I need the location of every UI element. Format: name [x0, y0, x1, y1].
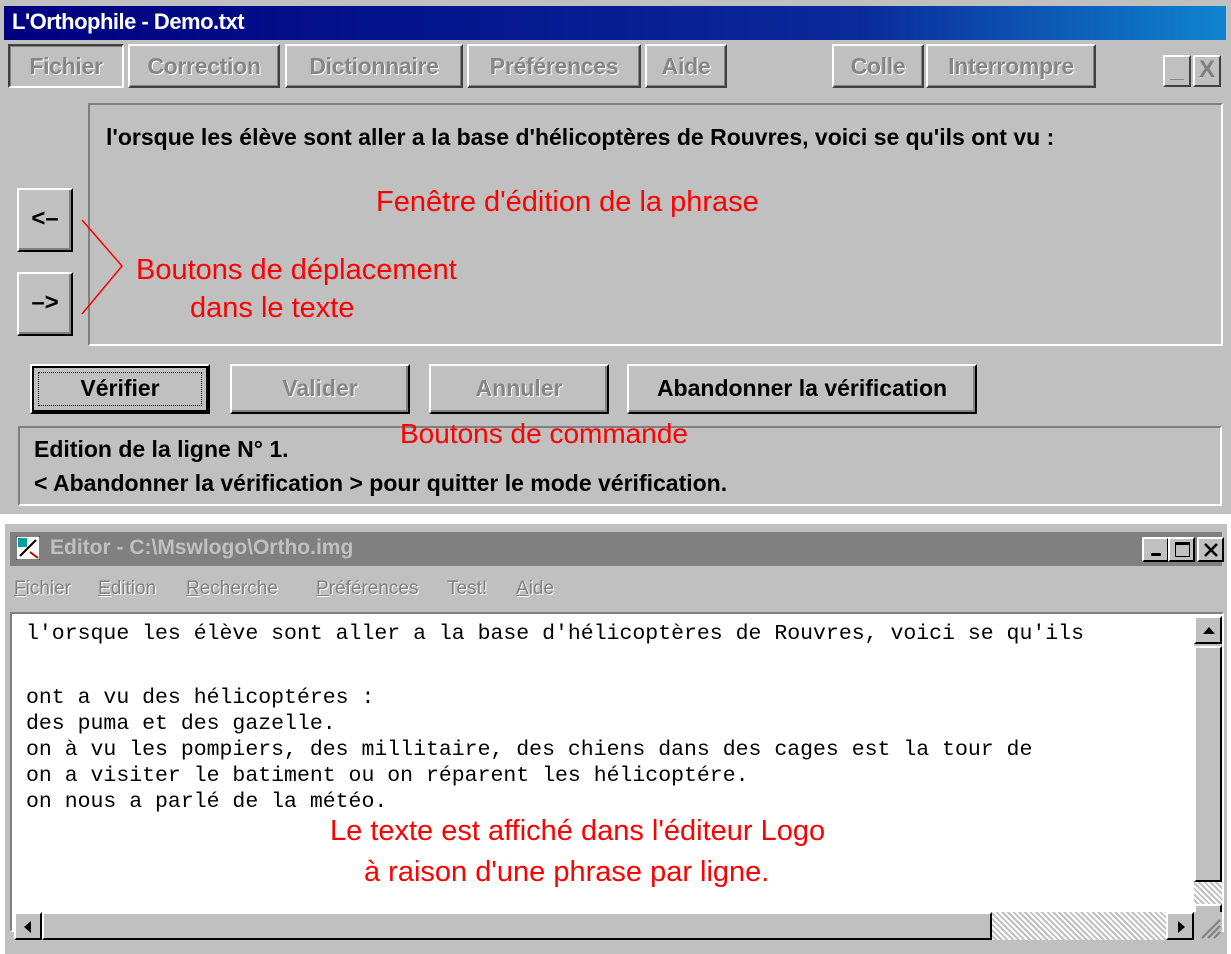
editor-menu-aide[interactable]: Aide — [516, 578, 554, 600]
editor-line-3[interactable]: ont a vu des hélicoptéres : — [26, 686, 374, 710]
menu-label: références — [328, 578, 419, 599]
annotation-commands: Boutons de commande — [400, 418, 688, 449]
menu-fichier[interactable]: Fichier — [8, 44, 124, 88]
arrow-right-icon — [1178, 921, 1185, 933]
annotation-edit-window: Fenêtre d'édition de la phrase — [376, 186, 759, 218]
logo-app-icon — [16, 536, 40, 560]
menu-aide[interactable]: Aide — [645, 44, 727, 88]
menu-mnemonic: R — [186, 578, 200, 599]
menu-label: dition — [110, 578, 157, 599]
validate-button[interactable]: Valider — [230, 364, 410, 414]
menu-dictionnaire[interactable]: Dictionnaire — [285, 44, 463, 88]
editor-line-1[interactable]: l'orsque les élève sont aller a la base … — [26, 622, 1084, 646]
minimize-button[interactable]: _ — [1163, 55, 1191, 87]
editor-maximize-button[interactable] — [1168, 537, 1195, 562]
cancel-button[interactable]: Annuler — [429, 364, 609, 414]
editor-menu-fichier[interactable]: Fichier — [14, 578, 71, 600]
horizontal-scrollbar[interactable] — [14, 912, 1194, 940]
vertical-scroll-track[interactable] — [1194, 882, 1222, 904]
arrow-up-icon — [1203, 627, 1215, 634]
close-button[interactable]: X — [1193, 55, 1221, 87]
scroll-right-button[interactable] — [1166, 912, 1194, 940]
menu-mnemonic: E — [98, 578, 111, 599]
orthophile-title-bar[interactable]: L'Orthophile - Demo.txt — [4, 6, 1226, 40]
verify-button[interactable]: Vérifier — [30, 364, 210, 414]
scroll-up-button[interactable] — [1194, 616, 1222, 644]
horizontal-scroll-thumb[interactable] — [42, 912, 992, 940]
sentence-text[interactable]: l'orsque les élève sont aller a la base … — [106, 124, 1054, 151]
editor-menu-test[interactable]: Test! — [447, 578, 487, 600]
editor-title-bar[interactable]: Editor - C:\Mswlogo\Ortho.img — [10, 532, 1222, 566]
prev-sentence-button[interactable]: <– — [17, 188, 73, 252]
vertical-scrollbar[interactable] — [1194, 616, 1222, 932]
annotation-editor-1: Le texte est affiché dans l'éditeur Logo — [330, 815, 826, 847]
maximize-icon — [1175, 542, 1190, 557]
minimize-icon — [1151, 553, 1161, 556]
orthophile-title: L'Orthophile - Demo.txt — [12, 9, 245, 34]
annotation-nav-2: dans le texte — [190, 292, 355, 324]
annotation-nav-1: Boutons de déplacement — [136, 254, 457, 286]
horizontal-scroll-track[interactable] — [992, 912, 1166, 940]
interrompre-button[interactable]: Interrompre — [926, 44, 1096, 88]
vertical-scroll-thumb[interactable] — [1194, 646, 1222, 882]
scroll-left-button[interactable] — [14, 912, 42, 940]
editor-line-7[interactable]: on nous a parlé de la météo. — [26, 790, 387, 814]
next-sentence-button[interactable]: –> — [17, 272, 73, 336]
editor-line-5[interactable]: on à vu les pompiers, des millitaire, de… — [26, 738, 1032, 762]
editor-menu-edition[interactable]: Edition — [98, 578, 156, 600]
editor-menu-recherche[interactable]: Recherche — [186, 578, 278, 600]
status-line-2: < Abandonner la vérification > pour quit… — [34, 470, 728, 496]
arrow-left-icon — [24, 921, 31, 933]
abandon-verification-button[interactable]: Abandonner la vérification — [627, 364, 977, 414]
resize-grip[interactable] — [1194, 912, 1222, 940]
annotation-bracket — [81, 219, 123, 315]
close-icon — [1204, 543, 1218, 557]
menu-label: ide — [528, 578, 555, 599]
editor-title: Editor - C:\Mswlogo\Ortho.img — [50, 536, 354, 559]
menu-correction[interactable]: Correction — [128, 44, 280, 88]
editor-close-button[interactable] — [1197, 537, 1224, 562]
menu-preferences[interactable]: Préférences — [467, 44, 641, 88]
editor-line-4[interactable]: des puma et des gazelle. — [26, 712, 336, 736]
menu-mnemonic: A — [516, 578, 529, 599]
focus-rect — [38, 372, 202, 406]
editor-menu-preferences[interactable]: Préférences — [316, 578, 418, 600]
colle-button[interactable]: Colle — [832, 44, 924, 88]
resize-grip-icon — [1201, 919, 1221, 939]
menu-label: ichier — [25, 578, 72, 599]
menu-label: Test! — [447, 578, 488, 599]
editor-line-6[interactable]: on a visiter le batiment ou on réparent … — [26, 764, 749, 788]
menu-mnemonic: P — [316, 578, 329, 599]
status-line-1: Edition de la ligne N° 1. — [34, 436, 289, 462]
menu-mnemonic: F — [14, 578, 26, 599]
editor-minimize-button[interactable] — [1142, 537, 1169, 562]
menu-label: echerche — [199, 578, 278, 599]
annotation-editor-2: à raison d'une phrase par ligne. — [364, 856, 770, 888]
